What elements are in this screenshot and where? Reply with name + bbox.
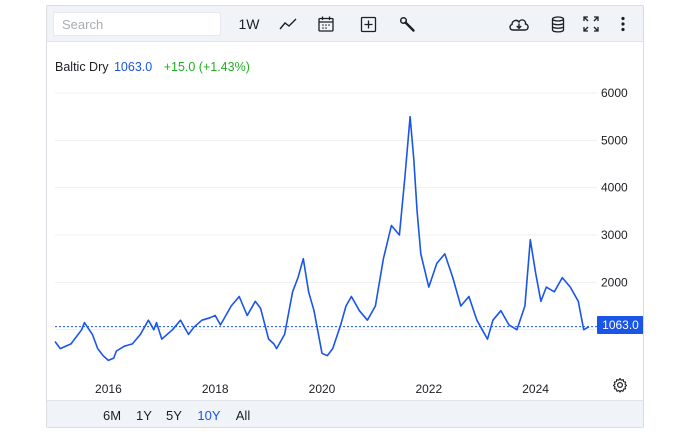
range-button-6m[interactable]: 6M	[101, 401, 123, 427]
price-chart[interactable]: 600050004000300020001000 201620182020202…	[47, 42, 643, 400]
y-tick-label: 5000	[601, 133, 628, 147]
range-selector: 6M 1Y 5Y 10Y All	[47, 400, 643, 427]
more-vertical-icon[interactable]	[613, 12, 633, 36]
plus-square-icon[interactable]	[355, 12, 381, 36]
cloud-download-icon[interactable]	[506, 12, 532, 36]
x-tick-label: 2024	[522, 382, 549, 396]
y-tick-label: 4000	[601, 181, 628, 195]
wrench-icon[interactable]	[394, 12, 420, 36]
y-axis: 600050004000300020001000	[601, 86, 628, 337]
grid-lines	[55, 92, 597, 331]
x-tick-label: 2020	[309, 382, 336, 396]
line-chart-icon[interactable]	[275, 12, 301, 36]
x-tick-label: 2022	[415, 382, 442, 396]
y-tick-label: 2000	[601, 275, 628, 289]
series-line-baltic-dry	[54, 115, 590, 362]
x-axis: 2016 2018 2020 2022 2024	[95, 382, 549, 396]
y-tick-label: 3000	[601, 228, 628, 242]
y-tick-label: 6000	[601, 86, 628, 100]
database-icon[interactable]	[546, 12, 570, 36]
calendar-icon[interactable]	[313, 12, 339, 36]
range-button-1y[interactable]: 1Y	[135, 401, 153, 427]
range-button-5y[interactable]: 5Y	[165, 401, 183, 427]
range-button-10y[interactable]: 10Y	[195, 401, 223, 427]
x-tick-label: 2018	[202, 382, 229, 396]
fullscreen-icon[interactable]	[579, 12, 603, 36]
x-tick-label: 2016	[95, 382, 122, 396]
search-input[interactable]	[53, 12, 221, 36]
chart-toolbar: 1W	[47, 6, 643, 42]
chart-widget: 1W Baltic Dry 1063.0 +15.0 (+1.43%)	[46, 5, 644, 428]
interval-button[interactable]: 1W	[236, 12, 262, 36]
range-button-all[interactable]: All	[233, 401, 253, 427]
gear-icon[interactable]	[612, 377, 628, 398]
last-price-tag: 1063.0	[597, 316, 643, 334]
